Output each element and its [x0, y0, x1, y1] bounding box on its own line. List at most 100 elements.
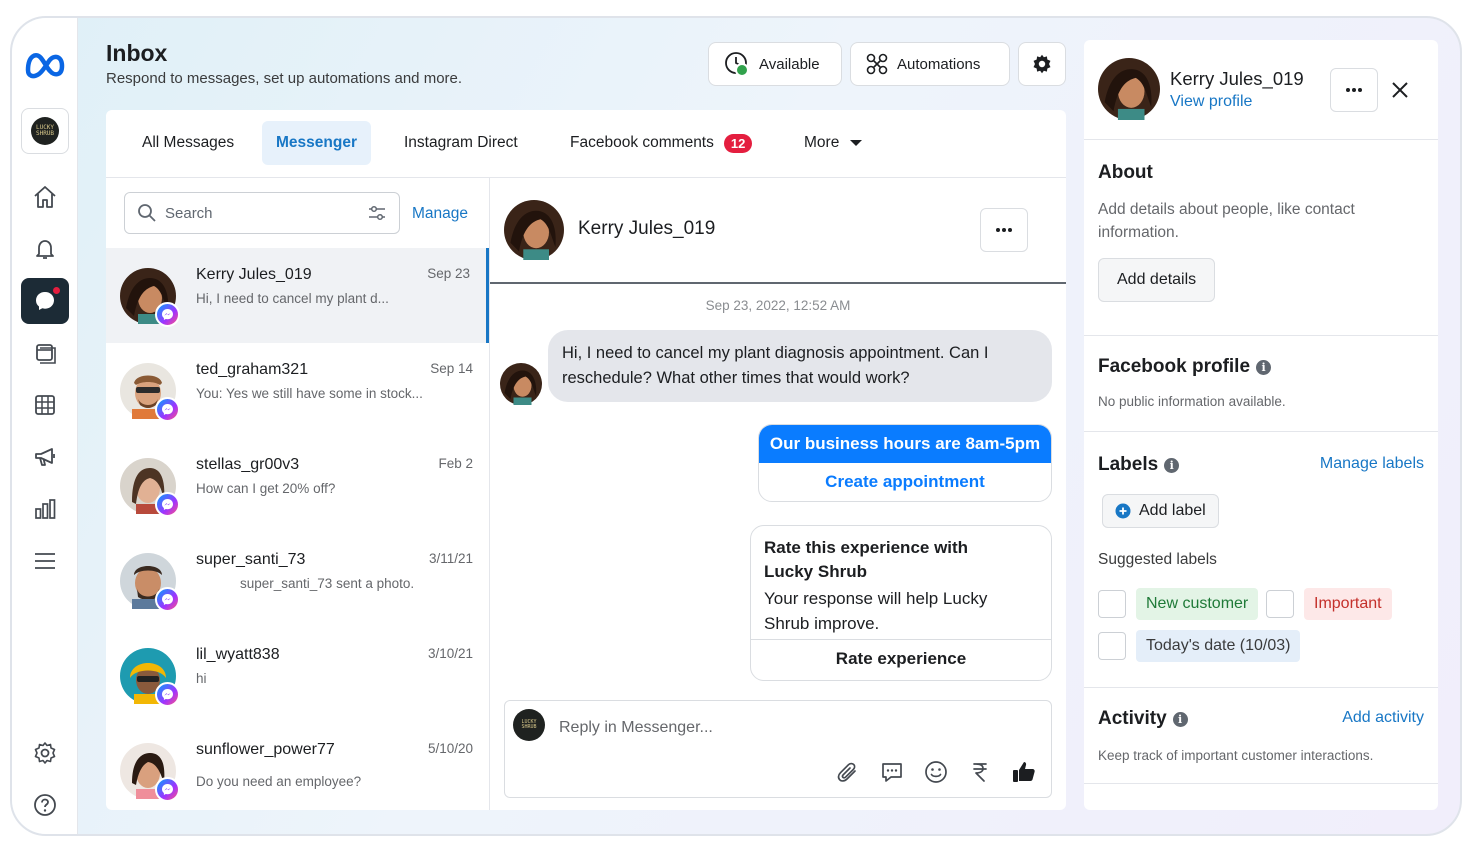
more-dots-icon [996, 228, 1012, 232]
tab-facebook-comments[interactable]: Facebook comments 12 [556, 121, 766, 165]
automations-label: Automations [897, 55, 981, 73]
conversation-item[interactable]: super_santi_73 3/11/21 super_santi_73 se… [106, 533, 489, 628]
messenger-badge-icon [155, 397, 180, 422]
messenger-badge-icon [155, 682, 180, 707]
conversation-date: Feb 2 [438, 456, 473, 471]
app-window: LUCKY SHRUB Inbox Respond to messages, s… [10, 16, 1462, 836]
add-label-button[interactable]: Add label [1102, 494, 1219, 528]
gear-icon [34, 742, 56, 764]
suggested-labels-title: Suggested labels [1098, 551, 1217, 568]
conversation-name: super_santi_73 [196, 551, 306, 568]
about-section: About Add details about people, like con… [1084, 140, 1438, 336]
conversation-snippet: Do you need an employee? [196, 774, 362, 789]
thumbs-up-icon[interactable] [1011, 759, 1037, 785]
create-appointment-button[interactable]: Create appointment [759, 463, 1051, 501]
manage-labels-link[interactable]: Manage labels [1320, 455, 1424, 473]
settings-button[interactable] [1018, 42, 1066, 86]
automations-button[interactable]: Automations [850, 42, 1010, 86]
contact-details-panel: Kerry Jules_019 View profile About Add d… [1084, 40, 1438, 810]
page-avatar: LUCKY SHRUB [31, 117, 59, 145]
emoji-icon[interactable] [923, 759, 949, 785]
channel-tabs: All Messages Messenger Instagram Direct … [106, 110, 1066, 178]
info-icon[interactable]: i [1164, 457, 1180, 473]
manage-link[interactable]: Manage [412, 205, 468, 223]
label-chip-todays-date[interactable]: Today's date (10/03) [1136, 630, 1301, 662]
nav-ads[interactable] [21, 434, 69, 480]
chart-icon [35, 499, 56, 519]
rate-experience-card: Rate this experience with Lucky Shrub Yo… [750, 525, 1052, 681]
conversation-item[interactable]: Kerry Jules_019 Sep 23 Hi, I need to can… [106, 248, 489, 343]
label-chip-important[interactable]: Important [1304, 588, 1392, 620]
avatar [1098, 58, 1160, 120]
conversation-date: Sep 23 [427, 266, 470, 281]
avatar [120, 268, 180, 327]
activity-section: Activity i Add activity Keep track of im… [1084, 688, 1438, 784]
business-hours-card: Our business hours are 8am-5pm Create ap… [758, 424, 1052, 502]
sidebar: LUCKY SHRUB [12, 18, 78, 834]
label-chip-new-customer[interactable]: New customer [1136, 588, 1259, 620]
avatar [504, 200, 564, 260]
facebook-profile-title: Facebook profile i [1098, 356, 1272, 378]
add-activity-link[interactable]: Add activity [1342, 709, 1424, 727]
nav-notifications[interactable] [21, 226, 69, 272]
conversation-name: Kerry Jules_019 [196, 266, 312, 283]
avatar [120, 743, 180, 802]
view-profile-link[interactable]: View profile [1170, 93, 1252, 111]
attachment-icon[interactable] [835, 759, 861, 785]
reply-input[interactable]: Reply in Messenger... [559, 719, 713, 737]
nav-posts[interactable] [21, 330, 69, 376]
reply-composer[interactable]: LUCKY SHRUB Reply in Messenger... [504, 700, 1052, 798]
rupee-payment-icon[interactable] [967, 759, 993, 785]
plus-circle-icon [1115, 503, 1131, 519]
facebook-profile-text: No public information available. [1098, 394, 1286, 409]
rate-experience-button[interactable]: Rate experience [751, 640, 1051, 678]
nav-home[interactable] [21, 174, 69, 220]
conversation-item[interactable]: stellas_gr00v3 Feb 2 How can I get 20% o… [106, 438, 489, 533]
chat-options-button[interactable] [980, 208, 1028, 252]
conversation-item[interactable]: sunflower_power77 5/10/20 Do you need an… [106, 723, 489, 810]
page-selector[interactable]: LUCKY SHRUB [21, 108, 69, 154]
availability-button[interactable]: Available [708, 42, 842, 86]
label-checkbox-todays-date[interactable] [1098, 632, 1126, 660]
messenger-badge-icon [155, 777, 180, 802]
nav-inbox[interactable] [21, 278, 69, 324]
avatar [120, 458, 180, 517]
messenger-badge-icon [155, 492, 180, 517]
conversation-item[interactable]: lil_wyatt838 3/10/21 hi [106, 628, 489, 723]
close-icon[interactable] [1390, 80, 1410, 100]
add-details-button[interactable]: Add details [1098, 258, 1216, 302]
nav-planner[interactable] [21, 382, 69, 428]
nav-help[interactable] [21, 782, 69, 828]
info-icon[interactable]: i [1256, 359, 1272, 375]
conversation-snippet: How can I get 20% off? [196, 481, 336, 496]
info-icon[interactable]: i [1172, 711, 1188, 727]
tab-instagram-direct[interactable]: Instagram Direct [390, 121, 532, 165]
sender-avatar [500, 363, 542, 405]
chat-thread: Kerry Jules_019 Sep 23, 2022, 12:52 AM H… [490, 178, 1066, 810]
tab-messenger[interactable]: Messenger [262, 121, 371, 165]
page-subtitle: Respond to messages, set up automations … [106, 70, 463, 87]
label-checkbox-new-customer[interactable] [1098, 590, 1126, 618]
profile-header: Kerry Jules_019 View profile [1084, 40, 1438, 140]
saved-replies-icon[interactable] [879, 759, 905, 785]
filter-icon[interactable] [367, 203, 387, 223]
unread-dot [53, 287, 60, 294]
nav-settings[interactable] [21, 730, 69, 776]
bell-icon [36, 240, 54, 259]
chat-header: Kerry Jules_019 [490, 178, 1066, 284]
profile-options-button[interactable] [1330, 68, 1378, 112]
tab-all-messages[interactable]: All Messages [128, 121, 248, 165]
conversation-item[interactable]: ted_graham321 Sep 14 You: Yes we still h… [106, 343, 489, 438]
search-input[interactable]: Search [124, 192, 400, 234]
nav-insights[interactable] [21, 486, 69, 532]
tab-more[interactable]: More [790, 121, 877, 165]
conversation-date: 3/10/21 [427, 646, 473, 661]
conversation-date: 5/10/20 [427, 741, 473, 756]
page-avatar: LUCKY SHRUB [513, 709, 545, 741]
table-icon [35, 395, 55, 415]
label-checkbox-important[interactable] [1266, 590, 1294, 618]
conversation-name: stellas_gr00v3 [196, 456, 300, 473]
conversation-snippet: You: Yes we still have some in stock... [196, 386, 423, 401]
nav-menu[interactable] [21, 538, 69, 584]
meta-logo-icon [25, 53, 65, 79]
